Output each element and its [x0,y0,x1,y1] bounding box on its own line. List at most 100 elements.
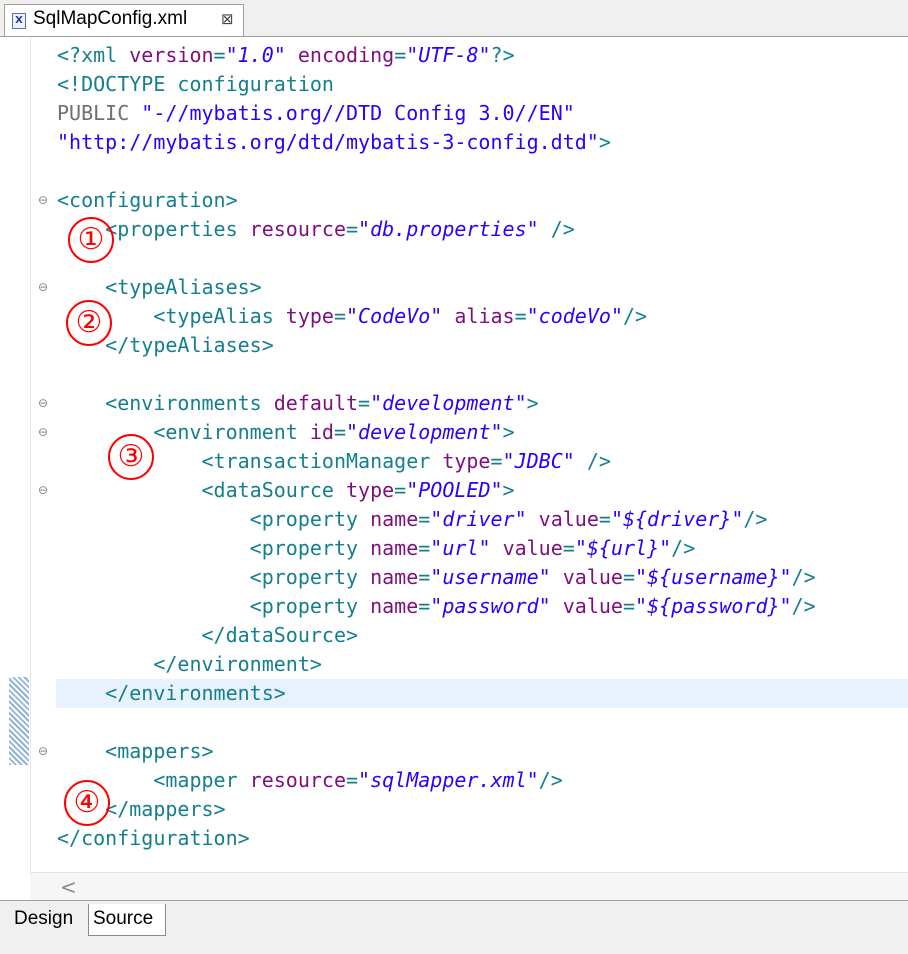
code-token: "-//mybatis.org//DTD Config 3.0//EN" [141,101,575,125]
editor-tab-bar: X SqlMapConfig.xml ⊠ [0,0,908,37]
fold-datasource-icon[interactable]: ⊖ [37,484,49,496]
code-token: = [333,304,346,328]
source-editor[interactable]: ⊖ ⊖ ⊖ ⊖ ⊖ ⊖ <?xml version="1.0" encoding… [0,37,908,872]
code-token: "${driver}" [610,507,744,531]
code-token: value [538,507,599,531]
tab-source[interactable]: Source [88,904,166,936]
code-token: ?> [490,43,515,67]
code-line[interactable]: </configuration> [57,824,816,853]
code-line[interactable]: <environments default="development"> [57,389,816,418]
code-line[interactable]: <transactionManager type="JDBC" /> [57,447,816,476]
code-line[interactable] [57,244,816,273]
close-tab-icon[interactable]: ⊠ [221,10,234,28]
code-token: = [213,43,226,67]
code-token: default [273,391,359,415]
code-token: "development" [346,420,503,444]
code-line[interactable] [57,708,816,737]
code-line[interactable] [57,360,816,389]
code-token: resource [249,768,346,792]
code-token: type [345,478,395,502]
code-line[interactable]: <!DOCTYPE configuration [57,70,816,99]
code-token: "CodeVo" [346,304,443,328]
fold-typealiases-icon[interactable]: ⊖ [37,281,49,293]
code-line[interactable]: <property name="driver" value="${driver}… [57,505,816,534]
code-token: "db.properties" [358,217,539,241]
code-token: <property [57,536,371,560]
code-line[interactable]: </typeAliases> [57,331,816,360]
fold-environment-icon[interactable]: ⊖ [37,426,49,438]
code-token: "username" [430,565,551,589]
horizontal-scrollbar[interactable]: < [30,872,908,901]
code-token: name [370,507,419,531]
code-token: </dataSource> [57,623,359,647]
code-token: /> [671,536,696,560]
code-token: = [562,536,575,560]
code-token: /> [791,565,816,589]
code-line[interactable]: <configuration> [57,186,816,215]
code-token: <dataSource [57,478,346,502]
quick-diff-change-marker [9,677,29,765]
code-text[interactable]: <?xml version="1.0" encoding="UTF-8"?> <!… [57,41,816,853]
code-token: "UTF-8" [406,43,491,67]
code-line[interactable]: <environment id="development"> [57,418,816,447]
code-line[interactable]: <dataSource type="POOLED"> [57,476,816,505]
code-line[interactable]: </dataSource> [57,621,816,650]
code-token: name [370,565,419,589]
code-token: value [562,594,623,618]
code-line[interactable]: <mappers> [57,737,816,766]
code-line[interactable]: <property name="url" value="${url}"/> [57,534,816,563]
annotation-marker-4: ④ [64,780,110,826]
code-token: <environments [57,391,274,415]
code-token: <typeAliases> [57,275,262,299]
code-line[interactable]: <typeAliases> [57,273,816,302]
tab-sqlmapconfig[interactable]: X SqlMapConfig.xml ⊠ [4,4,244,36]
code-line[interactable]: <property name="password" value="${passw… [57,592,816,621]
code-token: <?xml [57,43,130,67]
fold-mappers-icon[interactable]: ⊖ [37,745,49,757]
annotation-marker-1: ① [68,217,114,263]
code-token: "POOLED" [406,478,503,502]
code-line[interactable] [57,157,816,186]
code-token: id [309,420,334,444]
code-token: = [598,507,611,531]
code-token: "development" [370,391,527,415]
code-token: "JDBC" [502,449,575,473]
code-token: encoding [297,43,395,67]
code-line[interactable]: "http://mybatis.org/dtd/mybatis-3-config… [57,128,816,157]
code-token: <environment [57,420,310,444]
scroll-left-icon[interactable]: < [60,875,77,899]
code-line[interactable]: <properties resource="db.properties" /> [57,215,816,244]
tab-design[interactable]: Design [10,904,86,936]
code-token: = [358,391,371,415]
code-token: = [418,565,431,589]
code-token: "${password}" [635,594,792,618]
fold-configuration-icon[interactable]: ⊖ [37,194,49,206]
code-token: > [526,391,539,415]
code-token: </environments> [57,681,286,705]
code-line[interactable]: </mappers> [57,795,816,824]
code-token: <!DOCTYPE configuration [57,72,334,96]
code-line[interactable]: <?xml version="1.0" encoding="UTF-8"?> [57,41,816,70]
fold-environments-icon[interactable]: ⊖ [37,397,49,409]
code-token: name [370,536,419,560]
code-token: <mappers> [57,739,214,763]
code-line[interactable]: <property name="username" value="${usern… [57,563,816,592]
code-token: PUBLIC [57,101,142,125]
code-token: > [502,478,515,502]
code-token: = [418,507,431,531]
code-line[interactable]: </environments> [57,679,816,708]
code-token: resource [249,217,346,241]
code-line[interactable]: <mapper resource="sqlMapper.xml"/> [57,766,816,795]
code-line[interactable]: </environment> [57,650,816,679]
code-token: "http://mybatis.org/dtd/mybatis-3-config… [57,130,599,154]
code-token: value [502,536,563,560]
code-token: = [394,43,407,67]
code-line[interactable]: <typeAlias type="CodeVo" alias="codeVo"/… [57,302,816,331]
code-token: "${username}" [635,565,792,589]
code-line[interactable]: PUBLIC "-//mybatis.org//DTD Config 3.0//… [57,99,816,128]
